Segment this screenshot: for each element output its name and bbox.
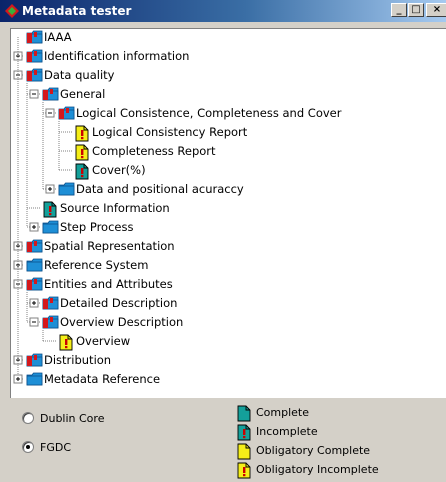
- radio-button[interactable]: [22, 441, 34, 453]
- tree-node-label[interactable]: Spatial Representation: [44, 239, 175, 253]
- expand-icon[interactable]: [13, 374, 23, 384]
- title-bar[interactable]: Metadata tester _ □ ×: [0, 0, 446, 22]
- expand-icon[interactable]: [29, 298, 39, 308]
- metadata-tree[interactable]: IAAA Identification information Data quali…: [10, 28, 446, 398]
- radio-label: Dublin Core: [40, 412, 105, 425]
- incomplete-icon: [42, 200, 58, 221]
- folder-flag-icon: [42, 314, 60, 333]
- tree-node-label[interactable]: Identification information: [44, 49, 189, 63]
- tree-node-label[interactable]: Entities and Attributes: [44, 277, 173, 291]
- obligatory-incomplete-icon: [58, 333, 74, 354]
- tree-node-label[interactable]: General: [60, 87, 105, 101]
- obligatory-incomplete-icon: [236, 461, 252, 482]
- app-icon: [5, 4, 19, 18]
- folder-icon: [26, 257, 44, 276]
- incomplete-icon: [236, 423, 252, 444]
- tree-node-label[interactable]: Overview: [76, 334, 130, 348]
- folder-icon: [26, 371, 44, 390]
- expand-icon[interactable]: [45, 184, 55, 194]
- folder-flag-icon: [26, 29, 44, 48]
- tree-node-label[interactable]: Reference System: [44, 258, 148, 272]
- folder-flag-icon: [58, 105, 76, 124]
- legend-label: Obligatory Incomplete: [256, 463, 379, 476]
- tree-node-label[interactable]: Logical Consistence, Completeness and Co…: [76, 106, 341, 120]
- close-button[interactable]: ×: [426, 3, 446, 17]
- collapse-icon[interactable]: [45, 108, 55, 118]
- incomplete-icon: [74, 162, 90, 183]
- tree-node-label[interactable]: Detailed Description: [60, 296, 177, 310]
- radio-button[interactable]: [22, 412, 34, 424]
- tree-node-label[interactable]: Metadata Reference: [44, 372, 160, 386]
- folder-flag-icon: [26, 48, 44, 67]
- obligatory-complete-icon: [236, 442, 252, 463]
- maximize-button[interactable]: □: [408, 3, 424, 17]
- radio-label: FGDC: [40, 441, 72, 454]
- collapse-icon[interactable]: [29, 317, 39, 327]
- folder-icon: [42, 219, 60, 238]
- obligatory-incomplete-icon: [74, 143, 90, 164]
- expand-icon[interactable]: [29, 222, 39, 232]
- minimize-button[interactable]: _: [391, 3, 407, 17]
- legend-label: Obligatory Complete: [256, 444, 371, 457]
- tree-node-label[interactable]: Data quality: [44, 68, 114, 82]
- tree-node-label[interactable]: Overview Description: [60, 315, 183, 329]
- legend-label: Complete: [256, 406, 310, 419]
- tree-node-label[interactable]: Logical Consistency Report: [92, 125, 247, 139]
- radio-selected-dot: [26, 445, 30, 449]
- obligatory-incomplete-icon: [74, 124, 90, 145]
- folder-flag-icon: [26, 238, 44, 257]
- tree-node-label[interactable]: Distribution: [44, 353, 111, 367]
- tree-node-label[interactable]: Data and positional acuraccy: [76, 182, 244, 196]
- folder-flag-icon: [42, 295, 60, 314]
- tree-node-label[interactable]: IAAA: [44, 30, 72, 44]
- folder-flag-icon: [26, 67, 44, 86]
- complete-icon: [236, 404, 252, 425]
- legend-label: Incomplete: [256, 425, 318, 438]
- window-title: Metadata tester: [22, 4, 132, 18]
- collapse-icon[interactable]: [29, 89, 39, 99]
- tree-node-label[interactable]: Cover(%): [92, 163, 146, 177]
- folder-flag-icon: [26, 352, 44, 371]
- folder-icon: [58, 181, 76, 200]
- tree-node-label[interactable]: Completeness Report: [92, 144, 216, 158]
- folder-flag-icon: [42, 86, 60, 105]
- tree-node-label[interactable]: Step Process: [60, 220, 133, 234]
- tree-node-label[interactable]: Source Information: [60, 201, 170, 215]
- folder-flag-icon: [26, 276, 44, 295]
